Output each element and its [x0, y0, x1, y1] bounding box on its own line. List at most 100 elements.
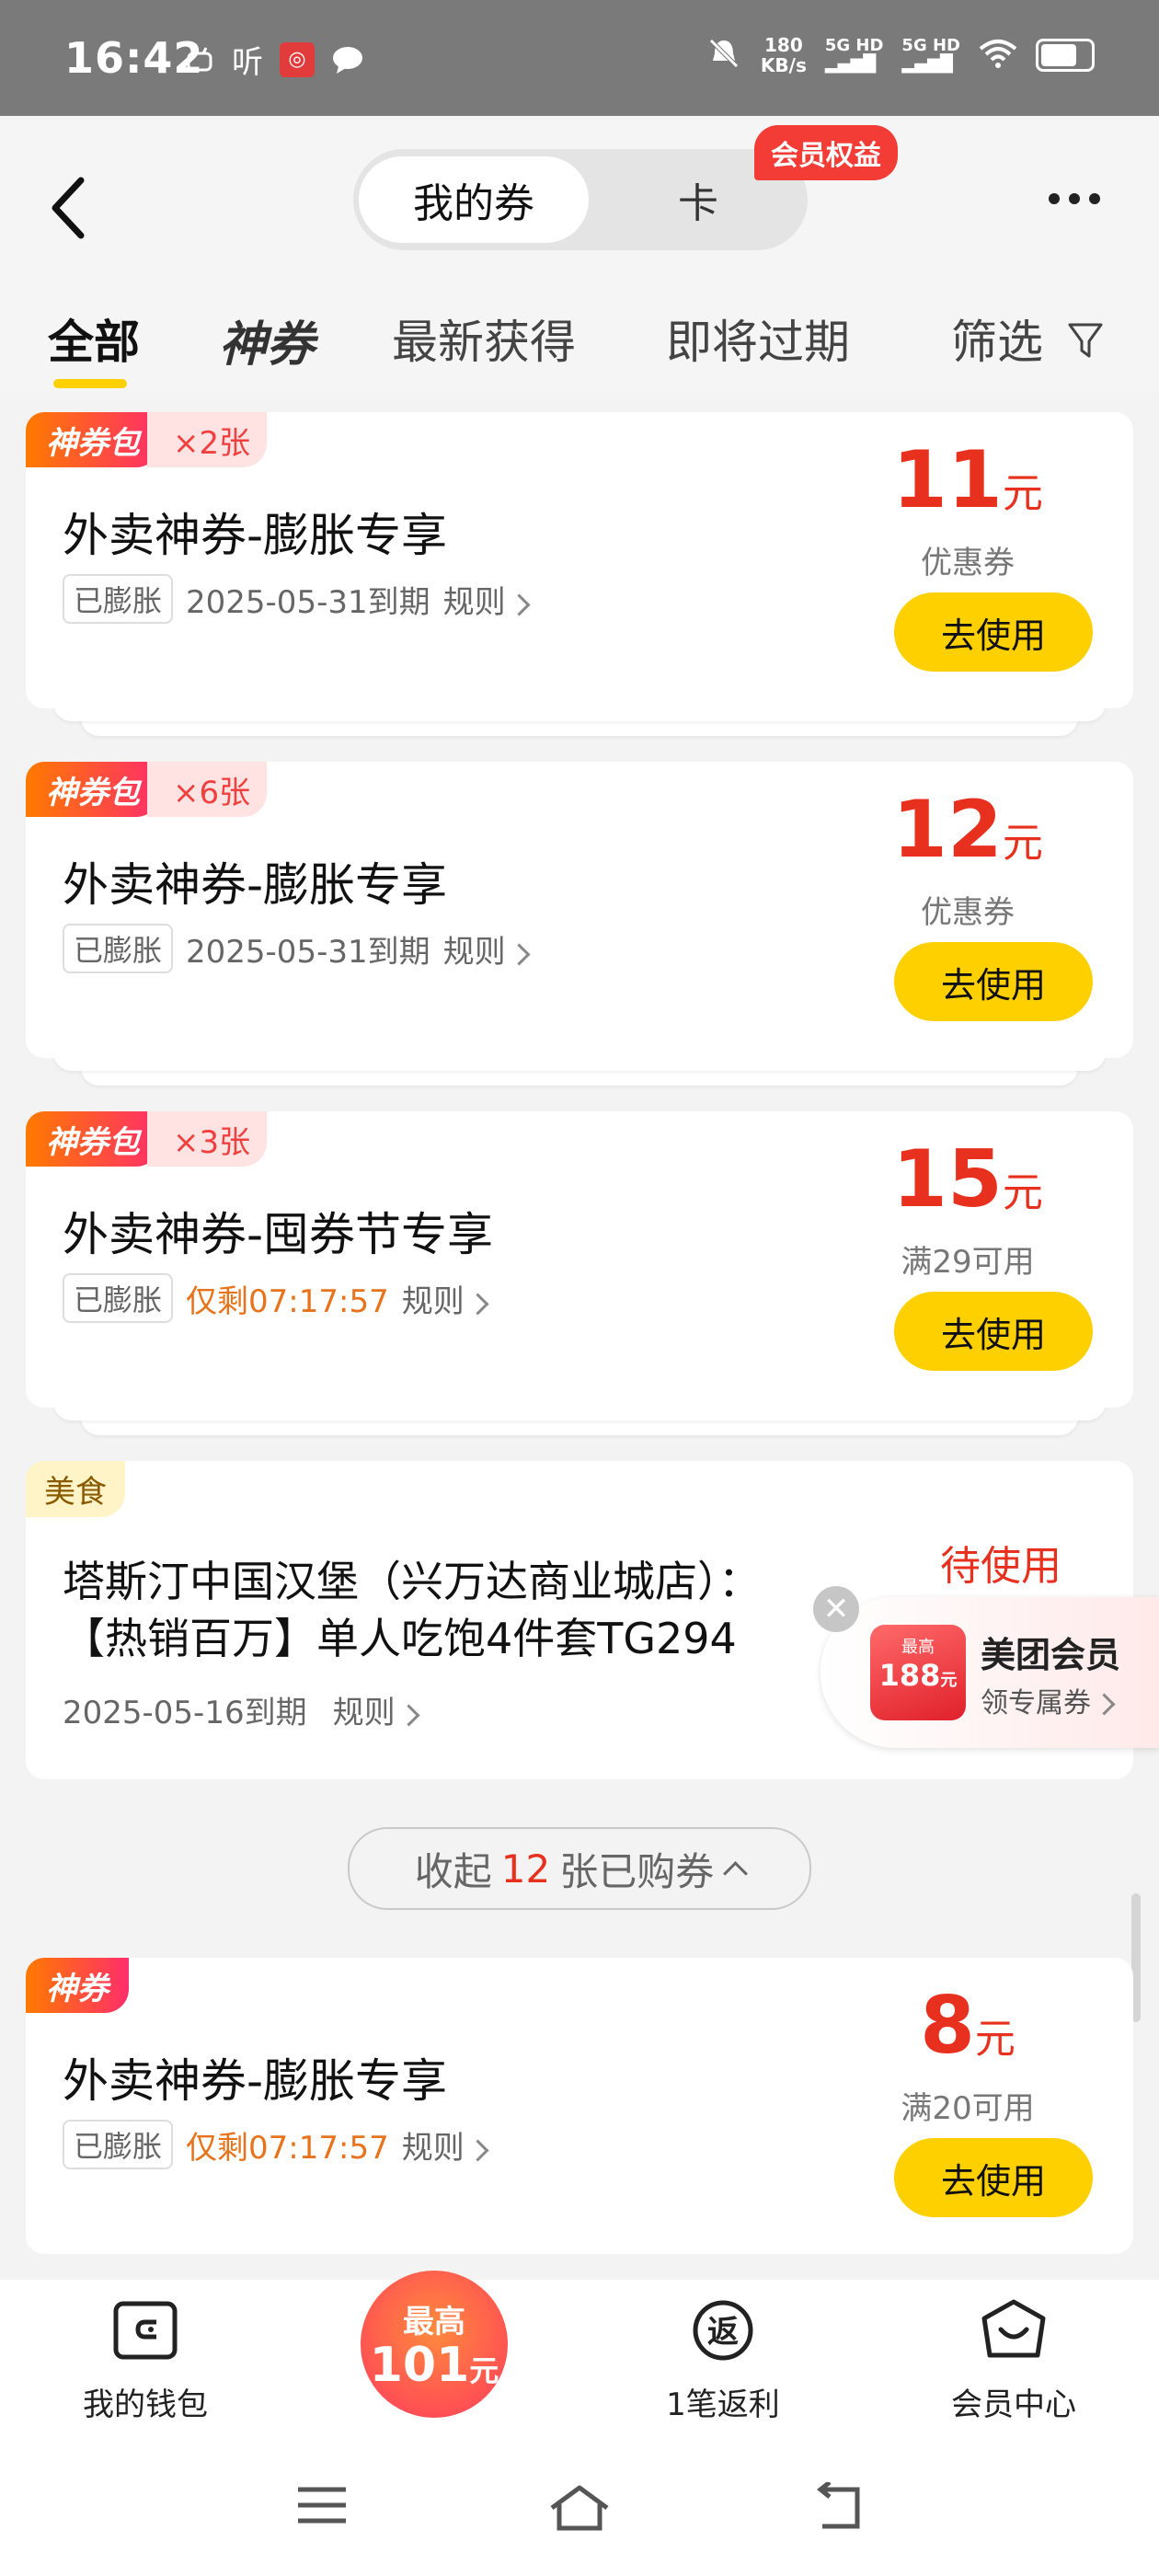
expanded-tag: 已膨胀: [63, 924, 174, 973]
app-icon: ◎: [280, 41, 315, 77]
chevron-right-icon: [397, 1704, 420, 1727]
nav-rebate[interactable]: 返 1笔返利: [622, 2298, 824, 2424]
use-button[interactable]: 去使用: [894, 942, 1093, 1021]
nav-member-center[interactable]: 会员中心: [912, 2298, 1115, 2424]
coupon-type: 优惠券: [921, 545, 1015, 581]
member-floating-banner[interactable]: 最高 188元 美团会员 领专属券: [820, 1597, 1159, 1748]
tab-all[interactable]: 全部: [48, 305, 140, 372]
use-button[interactable]: 去使用: [894, 592, 1093, 672]
bottom-nav: 我的钱包 最高 101元 返 1笔返利 会员中心: [0, 2271, 1159, 2436]
status-bar: 16:42 听 ◎ 180 KB/s 5G HD ▂▄▆█ 5G HD ▂▄▆█: [0, 0, 1159, 116]
use-button[interactable]: 去使用: [894, 1292, 1093, 1371]
home-icon[interactable]: [546, 2482, 613, 2537]
coupon-threshold: 满20可用: [901, 2090, 1035, 2127]
purchased-count: 12: [500, 1846, 551, 1892]
wifi-icon: [979, 38, 1017, 73]
wallet-icon: [110, 2301, 180, 2366]
nav-promo[interactable]: 最高 101元: [361, 2271, 508, 2418]
member-title: 美团会员: [981, 1635, 1121, 1675]
chevron-right-icon: [466, 1292, 489, 1316]
signal-1: 5G HD ▂▄▆█: [824, 36, 884, 74]
rules-link[interactable]: 规则: [402, 1276, 489, 1321]
expanded-tag: 已膨胀: [63, 2120, 174, 2169]
coupon-title: 外卖神券-膨胀专享: [63, 509, 448, 562]
coupon-amount: 15元: [892, 1133, 1043, 1225]
coupon-pack-badge: 神券包 ×2张: [26, 412, 268, 467]
system-navigation-bar: [0, 2436, 1159, 2576]
coupon-badge: 神券: [26, 1958, 129, 2013]
status-badge: 待使用: [940, 1543, 1061, 1590]
header: 我的券 卡 会员权益 全部 神券 最新获得 即将过期 筛选: [0, 116, 1159, 392]
coupon-card[interactable]: 神券 外卖神券-膨胀专享 已膨胀 仅剩07:17:57 规则 8元 满20可用 …: [26, 1958, 1133, 2254]
coupon-amount: 11元: [892, 434, 1043, 526]
nav-wallet[interactable]: 我的钱包: [44, 2298, 247, 2424]
rebate-icon: 返: [688, 2300, 758, 2366]
rules-link[interactable]: 规则: [443, 926, 531, 972]
member-benefits-badge[interactable]: 会员权益: [754, 125, 898, 180]
coupon-pack-badge: 神券包 ×6张: [26, 762, 268, 817]
filter-icon: [1067, 319, 1104, 373]
chevron-up-icon: [723, 1860, 749, 1886]
back-nav-icon[interactable]: [808, 2480, 863, 2537]
crown-basket-icon: [977, 2299, 1050, 2366]
chevron-right-icon: [508, 942, 531, 966]
mute-icon: [706, 35, 742, 75]
expanded-tag: 已膨胀: [63, 574, 174, 624]
chevron-right-icon: [466, 2138, 489, 2162]
coupon-meta: 已膨胀 2025-05-31到期 规则: [63, 924, 531, 973]
more-icon[interactable]: [1049, 193, 1100, 204]
coupon-type: 优惠券: [921, 894, 1015, 931]
category-tag: 美食: [26, 1461, 125, 1517]
coupon-expiry: 2025-05-31到期: [186, 933, 430, 971]
signal-2: 5G HD ▂▄▆█: [901, 36, 960, 74]
coupon-title: 外卖神券-膨胀专享: [63, 2054, 448, 2108]
status-right-icons: 180 KB/s 5G HD ▂▄▆█ 5G HD ▂▄▆█: [706, 35, 1095, 75]
coupon-title: 外卖神券-囤券节专享: [63, 1208, 494, 1261]
coupon-threshold: 满29可用: [901, 1244, 1035, 1281]
coupon-meta: 已膨胀 2025-05-31到期 规则: [63, 574, 531, 624]
tab-filter[interactable]: 筛选: [951, 305, 1104, 373]
voucher-title: 塔斯汀中国汉堡（兴万达商业城店）： 【热销百万】单人吃饱4件套TG294: [63, 1557, 761, 1663]
coupon-title: 外卖神券-膨胀专享: [63, 858, 448, 912]
coupon-card[interactable]: 神券包 ×2张 外卖神券-膨胀专享 已膨胀 2025-05-31到期 规则 11…: [26, 412, 1133, 708]
rules-link[interactable]: 规则: [443, 577, 531, 622]
coupon-countdown: 仅剩07:17:57: [186, 2129, 389, 2167]
battery-icon: [1036, 39, 1095, 72]
use-button[interactable]: 去使用: [894, 2138, 1093, 2217]
coupon-expiry: 2025-05-31到期: [186, 583, 430, 621]
status-left-icons: 听 ◎: [184, 37, 364, 82]
chat-icon: [331, 44, 364, 75]
coupon-amount: 12元: [892, 784, 1043, 876]
coupon-card[interactable]: 神券包 ×6张 外卖神券-膨胀专享 已膨胀 2025-05-31到期 规则 12…: [26, 762, 1133, 1058]
coupon-card-toggle: 我的券 卡: [353, 149, 808, 250]
rules-link[interactable]: 规则: [333, 1687, 420, 1732]
svg-text:返: 返: [707, 2314, 739, 2351]
tab-expiring[interactable]: 即将过期: [666, 305, 850, 372]
menu-icon[interactable]: [294, 2482, 350, 2532]
coupon-card[interactable]: 神券包 ×3张 外卖神券-囤券节专享 已膨胀 仅剩07:17:57 规则 15元…: [26, 1111, 1133, 1408]
tab-shen-coupon[interactable]: 神券: [219, 305, 315, 374]
signal-bars-icon: ▂▄▆█: [901, 54, 953, 74]
coupon-amount: 8元: [920, 1980, 1016, 2072]
filter-label: 筛选: [951, 316, 1043, 369]
close-icon[interactable]: ✕: [813, 1586, 859, 1632]
voucher-meta: 2025-05-16到期 规则: [63, 1687, 420, 1732]
expanded-tag: 已膨胀: [63, 1273, 174, 1323]
filter-tabs: 全部 神券 最新获得 即将过期 筛选: [0, 278, 1159, 388]
net-speed: 180 KB/s: [760, 34, 807, 76]
coupon-meta: 已膨胀 仅剩07:17:57 规则: [63, 2120, 489, 2169]
chevron-right-icon: [1093, 1693, 1116, 1716]
coupon-meta: 已膨胀 仅剩07:17:57 规则: [63, 1273, 489, 1323]
member-coupon-graphic: 最高 188元: [870, 1625, 966, 1720]
rules-link[interactable]: 规则: [402, 2122, 489, 2168]
tab-my-coupons[interactable]: 我的券: [359, 156, 589, 243]
tab-underline: [53, 379, 127, 388]
collapse-purchased-button[interactable]: 收起 12 张已购券: [348, 1827, 811, 1910]
android-icon: [184, 44, 215, 75]
back-icon[interactable]: [44, 171, 109, 245]
voucher-expiry: 2025-05-16到期: [63, 1695, 307, 1731]
tab-newest[interactable]: 最新获得: [392, 305, 576, 372]
listen-icon: 听: [232, 44, 263, 81]
status-time: 16:42: [64, 33, 204, 83]
coupon-pack-badge: 神券包 ×3张: [26, 1111, 268, 1167]
